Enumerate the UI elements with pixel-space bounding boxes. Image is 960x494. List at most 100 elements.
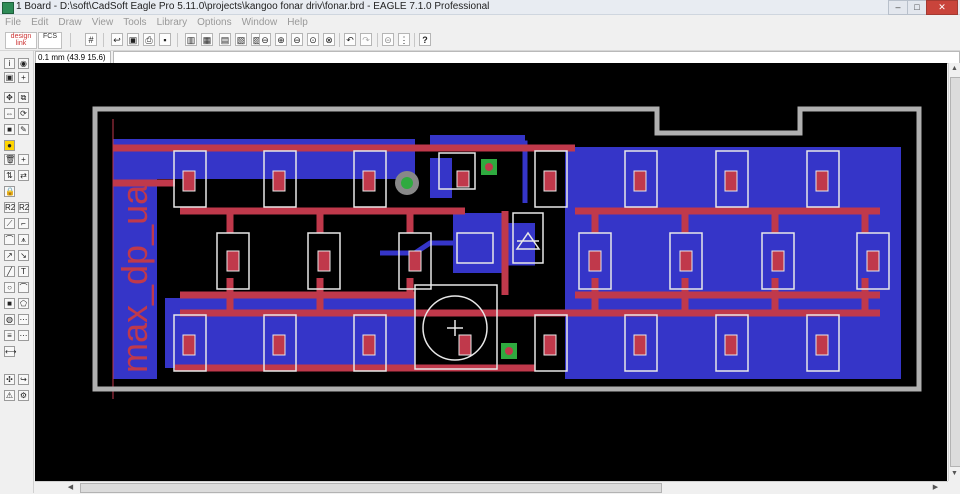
schematic-icon[interactable]: ▦	[201, 33, 213, 46]
smd-pad	[458, 334, 472, 356]
optimize-icon[interactable]: ⌒	[4, 234, 15, 245]
mirror-icon[interactable]: ⇔	[4, 108, 15, 119]
menu-bar: File Edit Draw View Tools Library Options Windo…	[0, 15, 960, 30]
smd-pad	[317, 250, 331, 272]
scroll-down-icon[interactable]: ▼	[949, 468, 960, 479]
drc-icon[interactable]: ⚙	[18, 390, 29, 401]
text-icon[interactable]: T	[18, 266, 29, 277]
zoom-in-icon[interactable]: ⊕	[275, 33, 287, 46]
fcs-logo[interactable]: FCS	[38, 32, 62, 49]
zoom-select-icon[interactable]: ⊗	[323, 33, 335, 46]
replace-icon[interactable]: ⇄	[18, 170, 29, 181]
board-icon[interactable]: ▤	[219, 33, 231, 46]
scroll-up-icon[interactable]: ▲	[949, 63, 960, 74]
via-icon[interactable]: ◍	[4, 314, 15, 325]
change-icon[interactable]: ✎	[18, 124, 29, 135]
move-icon[interactable]: ✥	[4, 92, 15, 103]
menu-window[interactable]: Window	[237, 15, 283, 30]
smd-pad	[633, 170, 647, 192]
display-icon[interactable]: ▣	[4, 72, 15, 83]
cam-icon[interactable]: ▪	[159, 33, 171, 46]
scroll-right-icon[interactable]: ▶	[930, 482, 941, 493]
ripup-icon[interactable]: ↘	[18, 250, 29, 261]
info-icon[interactable]: i	[4, 58, 15, 69]
redo-icon[interactable]: ↷	[360, 33, 372, 46]
help-icon[interactable]: ?	[419, 33, 431, 46]
capacitor-plus	[447, 320, 463, 336]
smd-pad	[362, 334, 376, 356]
paste-icon[interactable]: ●	[4, 140, 15, 151]
arc-icon[interactable]: ⌒	[18, 282, 29, 293]
group-icon[interactable]: ■	[4, 124, 15, 135]
pcb-layout[interactable]: max_dp_ua	[35, 63, 947, 481]
close-button[interactable]: ✕	[926, 0, 958, 15]
capacitor-outline	[414, 284, 498, 370]
polygon-icon[interactable]: ⬠	[18, 298, 29, 309]
mark-icon[interactable]: +	[18, 72, 29, 83]
horizontal-scrollbar[interactable]: ◀ ▶	[35, 481, 948, 494]
toolbar-separator	[103, 33, 104, 47]
rect-icon[interactable]: ■	[4, 298, 15, 309]
board-silk-text: max_dp_ua	[114, 184, 155, 373]
board-canvas[interactable]: max_dp_ua	[35, 63, 947, 481]
layers-icon[interactable]: ▥	[185, 33, 197, 46]
meander-icon[interactable]: ⩚	[18, 234, 29, 245]
stop-icon[interactable]: ⊝	[382, 33, 394, 46]
maximize-button[interactable]: □	[907, 0, 927, 15]
smd-pad	[815, 170, 829, 192]
vertical-scroll-thumb[interactable]	[950, 77, 960, 467]
mounting-hole-drill	[401, 177, 413, 189]
signal-icon[interactable]: ⋯	[18, 314, 29, 325]
menu-draw[interactable]: Draw	[53, 15, 86, 30]
miter-icon[interactable]: ⟋	[4, 218, 15, 229]
smd-pad	[866, 250, 880, 272]
open-icon[interactable]: ↩	[111, 33, 123, 46]
route-icon[interactable]: ↗	[4, 250, 15, 261]
print-icon[interactable]: ⎙	[143, 33, 155, 46]
add-icon[interactable]: +	[18, 154, 29, 165]
menu-tools[interactable]: Tools	[118, 15, 151, 30]
vertical-scrollbar[interactable]: ▲ ▼	[948, 63, 960, 481]
design-link-logo[interactable]: design link	[5, 32, 37, 49]
menu-options[interactable]: Options	[192, 15, 236, 30]
hole-icon[interactable]: ≡	[4, 330, 15, 341]
delete-icon[interactable]: 🗑	[4, 154, 15, 165]
menu-file[interactable]: File	[0, 15, 26, 30]
smash-icon[interactable]: R2	[4, 202, 15, 213]
dimension-icon[interactable]: ⟷	[4, 346, 16, 357]
show-icon[interactable]: ◉	[18, 58, 29, 69]
go-icon[interactable]: ⋮	[398, 33, 410, 46]
menu-help[interactable]: Help	[282, 15, 313, 30]
menu-library[interactable]: Library	[152, 15, 193, 30]
zoom-redraw-icon[interactable]: ⊙	[307, 33, 319, 46]
pinswap-icon[interactable]: ⇅	[4, 170, 15, 181]
autorouter-icon[interactable]: ↪	[18, 374, 29, 385]
minimize-button[interactable]: –	[888, 0, 908, 15]
circle-icon[interactable]: ○	[4, 282, 15, 293]
scroll-left-icon[interactable]: ◀	[65, 482, 76, 493]
horizontal-scroll-thumb[interactable]	[80, 483, 662, 493]
attribute-icon[interactable]: ⋯	[18, 330, 29, 341]
toolbar-separator	[414, 33, 415, 47]
ratsnest-icon[interactable]: ✣	[4, 374, 15, 385]
save-icon[interactable]: ▣	[127, 33, 139, 46]
menu-edit[interactable]: Edit	[26, 15, 53, 30]
wire-icon[interactable]: ╱	[4, 266, 15, 277]
smd-pad	[272, 334, 286, 356]
grid-icon[interactable]: #	[85, 33, 97, 46]
split-icon[interactable]: ⌐	[18, 218, 29, 229]
name-icon[interactable]: R2	[18, 202, 29, 213]
zoom-fit-icon[interactable]: ⊖	[259, 33, 271, 46]
erc-icon[interactable]: ⚠	[4, 390, 15, 401]
undo-icon[interactable]: ↶	[344, 33, 356, 46]
copy-icon[interactable]: ⧉	[18, 92, 29, 103]
main-toolbar: design link FCS # ↩ ▣ ⎙ ▪ ▥ ▦ ▤ ▧ ▨ ⊖ ⊕ …	[0, 30, 960, 51]
smd-pad	[543, 170, 557, 192]
menu-view[interactable]: View	[87, 15, 119, 30]
zoom-out-icon[interactable]: ⊖	[291, 33, 303, 46]
smd-pad	[588, 250, 602, 272]
smd-pad	[272, 170, 286, 192]
ulp-icon[interactable]: ▧	[235, 33, 247, 46]
rotate-icon[interactable]: ⟳	[18, 108, 29, 119]
lock-icon[interactable]: 🔒	[4, 186, 15, 197]
